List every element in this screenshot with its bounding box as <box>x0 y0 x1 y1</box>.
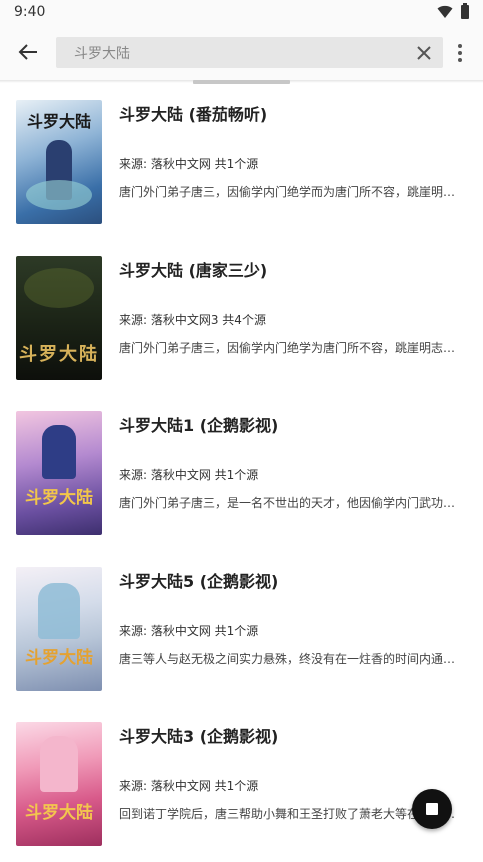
cover-title: 斗罗大陆 <box>26 112 91 131</box>
status-bar: 9:40 <box>0 0 483 24</box>
book-intro: 唐门外门弟子唐三，因偷学内门绝学而为唐门所不容，跳崖明志时却发现没有死，反而重生… <box>119 185 465 199</box>
arrow-left-icon <box>18 44 37 60</box>
book-title: 斗罗大陆 (番茄畅听) <box>119 105 268 124</box>
cover-title: 斗罗大陆 <box>19 344 99 365</box>
search-input[interactable] <box>74 43 394 63</box>
status-time: 9:40 <box>14 4 46 20</box>
book-intro: 唐门外门弟子唐三，因偷学内门绝学为唐门所不容，跳崖明志时却发现没有死，反而附身在… <box>119 341 465 355</box>
list-item[interactable]: 斗罗大陆 斗罗大陆3 (企鹅影视) 来源: 落秋中文网 共1个源 回到诺丁学院后… <box>0 722 483 862</box>
book-cover: 斗罗大陆 <box>16 411 102 535</box>
book-title: 斗罗大陆 (唐家三少) <box>119 261 268 280</box>
battery-icon <box>461 3 469 19</box>
book-source: 来源: 落秋中文网 共1个源 <box>119 779 259 793</box>
book-cover: 斗罗大陆 <box>16 100 102 224</box>
book-title: 斗罗大陆1 (企鹅影视) <box>119 416 279 435</box>
book-title: 斗罗大陆5 (企鹅影视) <box>119 572 279 591</box>
toolbar <box>0 24 483 80</box>
back-button[interactable] <box>12 38 44 66</box>
scroll-indicator <box>193 80 290 84</box>
wifi-icon <box>437 5 453 18</box>
book-title: 斗罗大陆3 (企鹅影视) <box>119 727 279 746</box>
search-box[interactable] <box>56 37 443 68</box>
book-intro: 唐门外门弟子唐三，是一名不世出的天才，他因偷学内门武功心法而被唐门所不容 <box>119 496 465 510</box>
close-icon[interactable] <box>415 44 433 62</box>
list-item[interactable]: 斗罗大陆 斗罗大陆1 (企鹅影视) 来源: 落秋中文网 共1个源 唐门外门弟子唐… <box>0 411 483 551</box>
book-source: 来源: 落秋中文网 共1个源 <box>119 157 259 171</box>
list-item[interactable]: 斗罗大陆 斗罗大陆 (番茄畅听) 来源: 落秋中文网 共1个源 唐门外门弟子唐三… <box>0 100 483 240</box>
book-source: 来源: 落秋中文网 共1个源 <box>119 468 259 482</box>
more-vert-icon[interactable] <box>452 40 468 66</box>
status-icons <box>437 3 469 19</box>
cover-title: 斗罗大陆 <box>25 488 93 508</box>
book-source: 来源: 落秋中文网3 共4个源 <box>119 313 266 327</box>
cover-title: 斗罗大陆 <box>25 803 93 823</box>
list-item[interactable]: 斗罗大陆 斗罗大陆5 (企鹅影视) 来源: 落秋中文网 共1个源 唐三等人与赵无… <box>0 567 483 707</box>
cover-title: 斗罗大陆 <box>25 648 93 668</box>
book-source: 来源: 落秋中文网 共1个源 <box>119 624 259 638</box>
list-item[interactable]: 斗罗大陆 斗罗大陆 (唐家三少) 来源: 落秋中文网3 共4个源 唐门外门弟子唐… <box>0 256 483 396</box>
stop-search-button[interactable] <box>412 789 452 829</box>
stop-icon <box>426 803 438 815</box>
book-cover: 斗罗大陆 <box>16 256 102 380</box>
book-cover: 斗罗大陆 <box>16 567 102 691</box>
book-cover: 斗罗大陆 <box>16 722 102 846</box>
book-intro: 唐三等人与赵无极之间实力悬殊，终没有在一炷香的时间内通过考核 <box>119 652 465 666</box>
